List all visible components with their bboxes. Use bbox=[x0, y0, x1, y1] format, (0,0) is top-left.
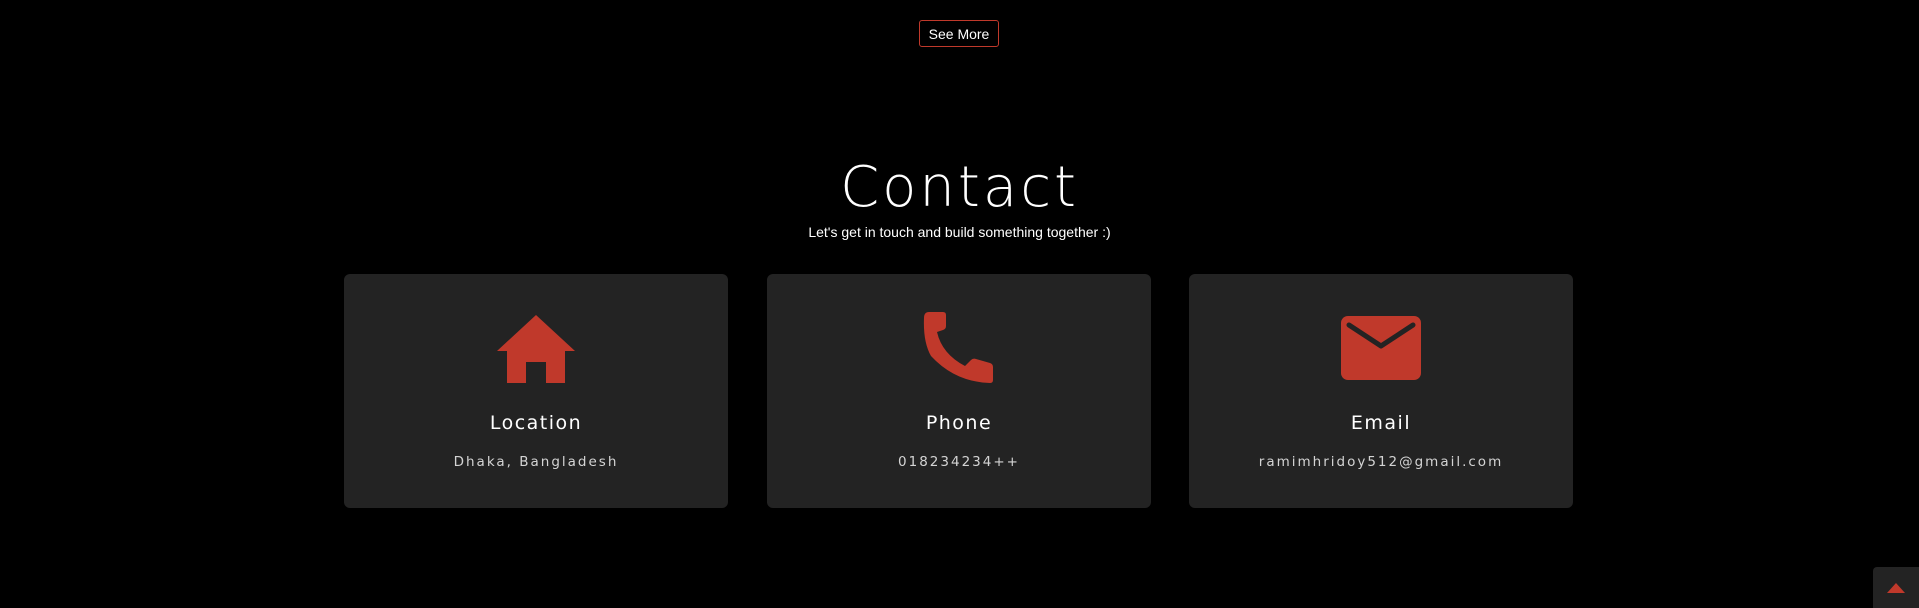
location-card: Location Dhaka, Bangladesh bbox=[344, 274, 728, 508]
location-value: Dhaka, Bangladesh bbox=[453, 454, 619, 470]
phone-card: Phone 018234234++ bbox=[767, 274, 1151, 508]
email-card: Email ramimhridoy512@gmail.com bbox=[1189, 274, 1573, 508]
section-title: Contact bbox=[840, 155, 1079, 220]
phone-value: 018234234++ bbox=[898, 454, 1020, 470]
phone-title: Phone bbox=[925, 412, 993, 434]
email-title: Email bbox=[1350, 412, 1412, 434]
envelope-icon bbox=[1189, 310, 1573, 386]
see-more-button[interactable]: See More bbox=[919, 20, 999, 47]
caret-up-icon bbox=[1887, 582, 1905, 593]
phone-icon bbox=[767, 310, 1151, 386]
scroll-to-top-button[interactable] bbox=[1873, 567, 1919, 608]
email-value[interactable]: ramimhridoy512@gmail.com bbox=[1189, 454, 1573, 470]
location-title: Location bbox=[489, 412, 583, 434]
home-icon bbox=[344, 310, 728, 386]
section-subtitle: Let's get in touch and build something t… bbox=[808, 224, 1111, 240]
contact-page: See More Contact Let's get in touch and … bbox=[0, 0, 1919, 608]
